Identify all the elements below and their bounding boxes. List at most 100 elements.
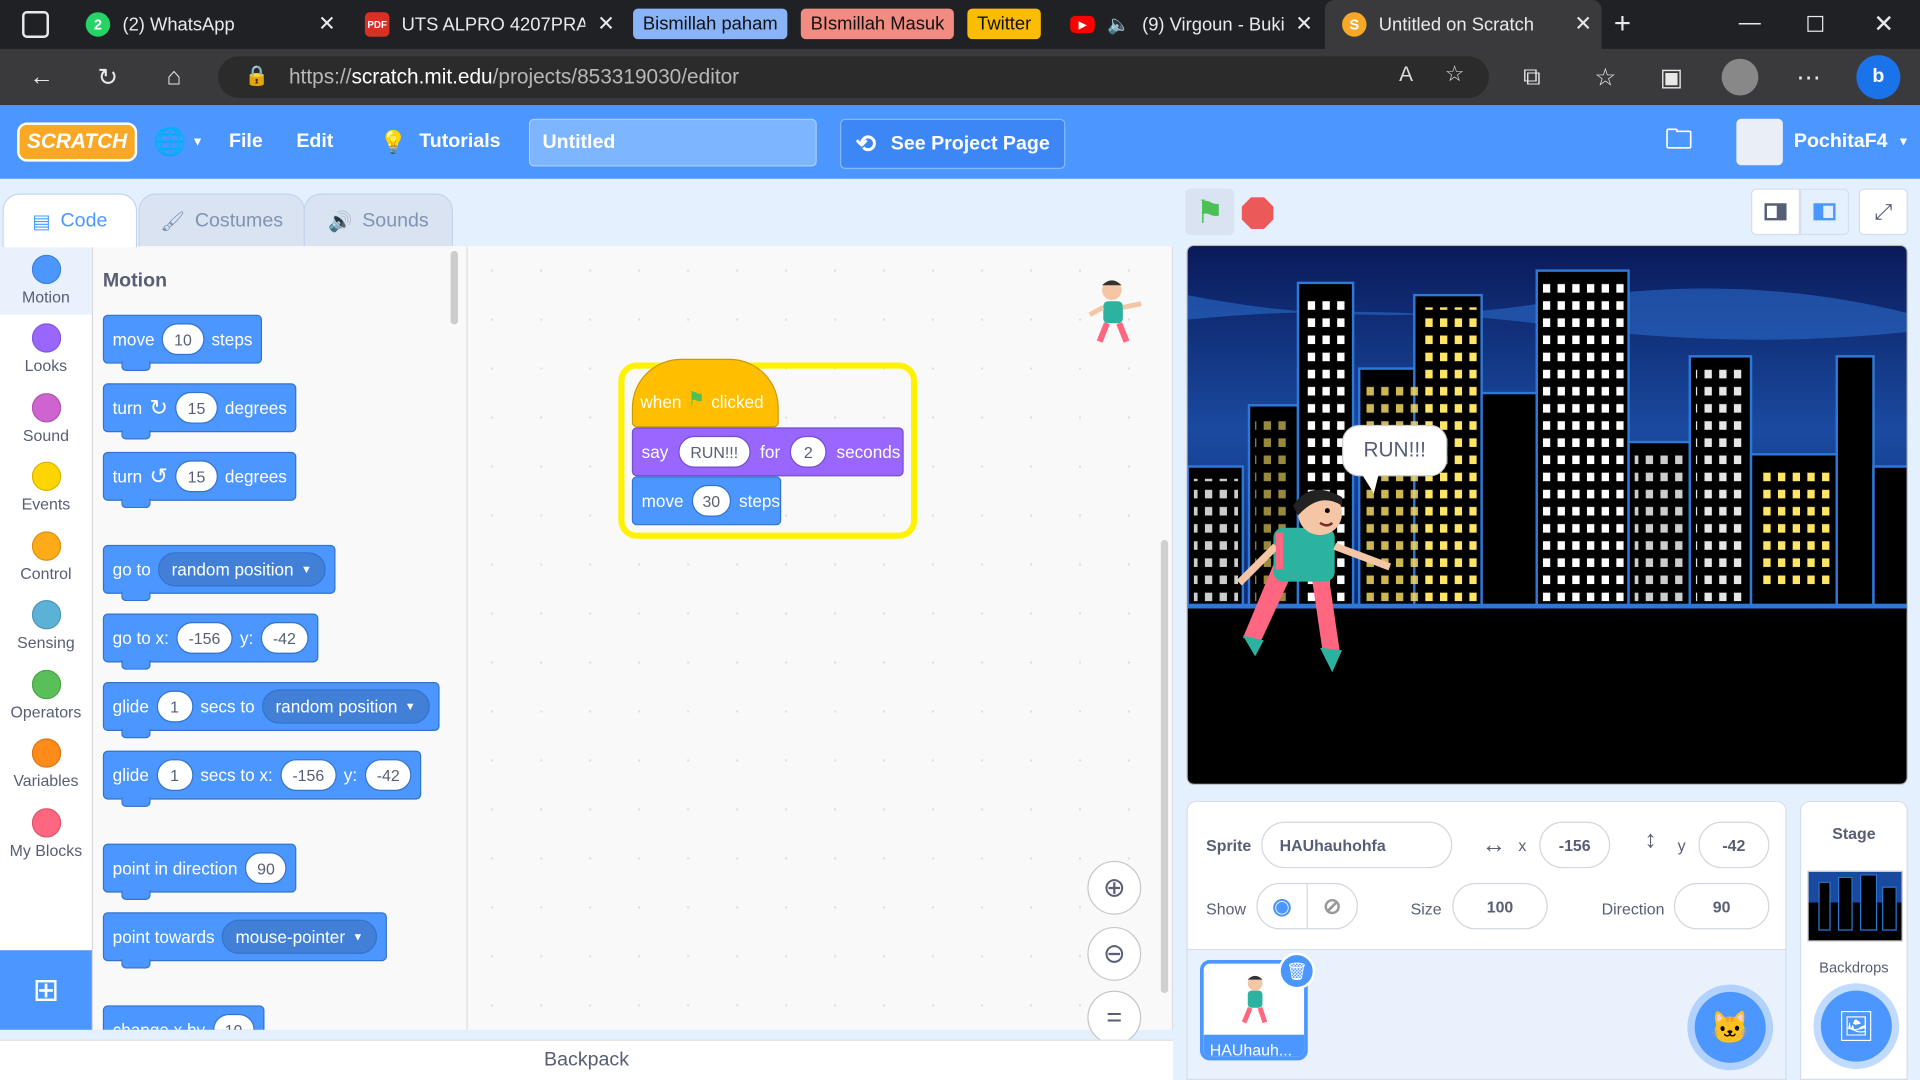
edit-menu[interactable]: Edit [296, 105, 333, 178]
read-aloud-icon[interactable]: A [1399, 62, 1413, 86]
workspace-scrollbar[interactable] [1160, 540, 1169, 994]
refresh-icon[interactable]: ↻ [92, 61, 124, 93]
say-seconds-input[interactable]: 2 [789, 435, 827, 468]
add-extension-button[interactable]: ⊞ [0, 950, 92, 1030]
close-tab-icon[interactable]: ✕ [597, 12, 614, 36]
stage-selector-panel[interactable]: Stage Backdrops 🖼 [1800, 800, 1908, 1080]
choose-sprite-button[interactable]: 🐱 [1694, 991, 1766, 1063]
my-stuff-folder-icon[interactable]: 🗀 [1665, 105, 1692, 178]
more-menu-icon[interactable]: ⋯ [1793, 61, 1825, 93]
block-input[interactable]: 90 [244, 852, 288, 885]
category-sensing[interactable]: Sensing [0, 591, 92, 660]
tab-youtube[interactable]: ▶ 🔈 (9) Virgoun - Buki ✕ [1053, 5, 1322, 44]
category-events[interactable]: Events [0, 453, 92, 522]
project-title-input[interactable]: Untitled [528, 118, 817, 167]
category-my-blocks[interactable]: My Blocks [0, 800, 92, 869]
tutorials-menu[interactable]: 💡 Tutorials [380, 105, 501, 178]
zoom-out-button[interactable]: ⊖ [1087, 926, 1142, 981]
block-turn-left[interactable]: turn ↺ 15 degrees [102, 451, 297, 509]
block-dropdown[interactable]: random position ▼ [261, 689, 430, 724]
block-go-to-xy[interactable]: go to x: -156 y: -42 [102, 613, 318, 670]
backdrop-thumbnail[interactable] [1807, 870, 1903, 942]
say-message-input[interactable]: RUN!!! [678, 435, 751, 468]
language-menu[interactable]: 🌐 ▼ [153, 105, 204, 178]
stage-canvas[interactable]: RUN!!! [1186, 244, 1908, 785]
close-tab-icon[interactable]: ✕ [1295, 12, 1312, 36]
palette-scrollbar[interactable] [450, 251, 458, 325]
large-stage-button[interactable] [1800, 188, 1849, 236]
new-tab-icon[interactable]: + [1614, 7, 1631, 41]
category-sound[interactable]: Sound [0, 384, 92, 453]
when-flag-clicked-block[interactable]: when ⚑ clicked [631, 358, 779, 428]
close-window-icon[interactable]: ✕ [1873, 9, 1894, 40]
x-input[interactable]: -156 [1539, 821, 1611, 869]
tab-costumes[interactable]: 🖌 Costumes [138, 193, 305, 248]
block-dropdown[interactable]: random position ▼ [158, 552, 326, 587]
show-hidden-button[interactable]: ⊘ [1306, 882, 1358, 930]
tab-whatsapp[interactable]: 2 (2) WhatsApp ✕ [69, 5, 346, 44]
block-input[interactable]: 10 [161, 323, 205, 356]
tab-pdf[interactable]: PDF UTS ALPRO 4207PRAK ✕ [348, 5, 625, 44]
sprite-name-input[interactable]: HAUhauhohfa [1261, 821, 1453, 869]
fullscreen-button[interactable]: ⤢ [1858, 188, 1908, 236]
zoom-in-button[interactable]: ⊕ [1087, 860, 1142, 915]
file-menu[interactable]: File [229, 105, 263, 178]
script-stack[interactable]: when ⚑ clicked say RUN!!! for 2 seconds … [624, 358, 913, 533]
block-move-steps[interactable]: move 10 steps [102, 314, 263, 372]
small-stage-button[interactable] [1751, 188, 1801, 236]
zoom-reset-button[interactable]: = [1087, 990, 1142, 1045]
backpack-bar[interactable]: Backpack [0, 1039, 1174, 1080]
move-steps-input[interactable]: 30 [692, 484, 731, 517]
block-input[interactable]: -156 [280, 759, 337, 792]
close-tab-icon[interactable]: ✕ [318, 12, 335, 36]
category-operators[interactable]: Operators [0, 661, 92, 730]
tab-group-twitter[interactable]: Twitter [967, 8, 1042, 40]
minimize-icon[interactable]: — [1739, 10, 1761, 36]
block-input[interactable]: -156 [176, 622, 233, 654]
block-input[interactable]: -42 [260, 622, 309, 654]
category-control[interactable]: Control [0, 523, 92, 592]
category-motion[interactable]: Motion [0, 246, 92, 315]
back-icon[interactable]: ← [26, 61, 58, 93]
block-dropdown[interactable]: mouse-pointer ▼ [221, 919, 377, 954]
url-field[interactable]: 🔒 https://scratch.mit.edu/projects/85331… [217, 56, 1489, 98]
see-project-page-button[interactable]: ⟲ See Project Page [840, 118, 1066, 169]
move-steps-block[interactable]: move 30 steps [631, 476, 782, 526]
tab-scratch-active[interactable]: S Untitled on Scratch ✕ [1324, 0, 1602, 49]
block-input[interactable]: 1 [156, 759, 193, 792]
block-input[interactable]: 10 [212, 1013, 255, 1030]
block-change-x[interactable]: change x by 10 [102, 1005, 265, 1030]
tab-group-bismillah-paham[interactable]: Bismillah paham [633, 8, 788, 40]
say-for-secs-block[interactable]: say RUN!!! for 2 seconds [631, 427, 904, 477]
size-input[interactable]: 100 [1452, 882, 1548, 930]
collections-icon[interactable]: ▣ [1656, 61, 1688, 93]
stop-button[interactable] [1241, 197, 1274, 229]
speaker-icon[interactable]: 🔈 [1107, 13, 1130, 36]
favorites-icon[interactable]: ☆ [1589, 61, 1621, 93]
category-variables[interactable]: Variables [0, 730, 92, 799]
block-input[interactable]: -42 [364, 759, 412, 792]
green-flag-button[interactable]: ⚑ [1185, 188, 1235, 236]
block-point-towards[interactable]: point towards mouse-pointer ▼ [102, 912, 387, 969]
extensions-icon[interactable]: ⧉ [1516, 61, 1548, 93]
tab-sounds[interactable]: 🔊 Sounds [303, 193, 454, 248]
block-turn-right[interactable]: turn ↻ 15 degrees [102, 383, 297, 440]
block-point-in-direction[interactable]: point in direction 90 [102, 843, 297, 901]
y-input[interactable]: -42 [1698, 821, 1770, 869]
delete-sprite-button[interactable]: 🗑 [1278, 952, 1316, 990]
close-tab-icon[interactable]: ✕ [1574, 12, 1591, 36]
restore-icon[interactable] [1807, 15, 1824, 32]
home-icon[interactable]: ⌂ [158, 61, 190, 93]
category-looks[interactable]: Looks [0, 315, 92, 384]
block-glide-to[interactable]: glide 1 secs to random position ▼ [102, 682, 439, 739]
block-go-to[interactable]: go to random position ▼ [102, 544, 336, 602]
block-input[interactable]: 1 [156, 690, 193, 723]
block-glide-to-xy[interactable]: glide 1 secs to x: -156 y: -42 [102, 750, 422, 807]
show-visible-button[interactable]: ◉ [1256, 882, 1308, 930]
tab-group-bismillah-masuk[interactable]: BIsmillah Masuk [800, 8, 955, 40]
block-input[interactable]: 15 [175, 391, 218, 424]
choose-backdrop-button[interactable]: 🖼 [1820, 990, 1892, 1062]
tab-code[interactable]: ▤ Code [2, 193, 138, 248]
profile-avatar-icon[interactable] [1721, 58, 1759, 96]
tab-actions-icon[interactable] [22, 11, 49, 38]
